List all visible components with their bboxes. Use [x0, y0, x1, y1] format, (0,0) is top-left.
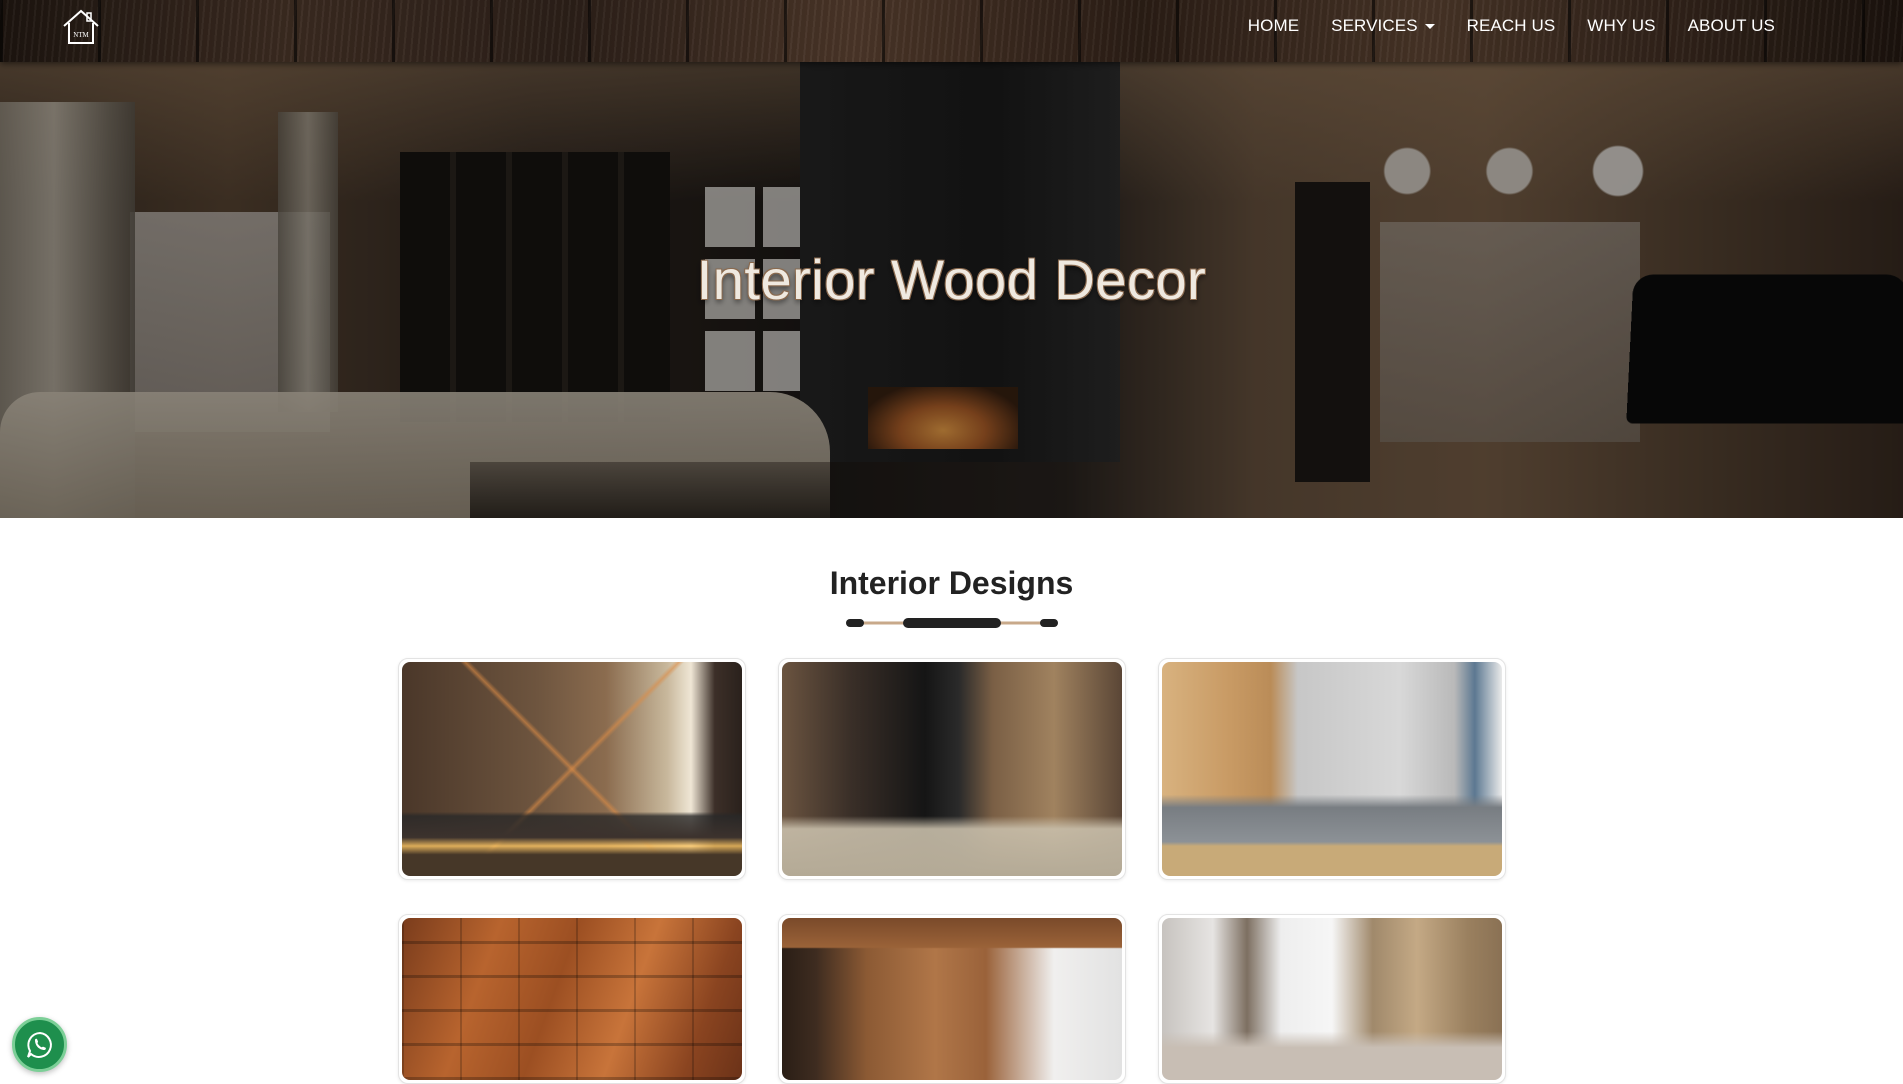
section-title-bold: Interior [829, 565, 940, 601]
hero-title: Interior Wood Decor [696, 248, 1207, 311]
nav-services-dropdown[interactable]: SERVICES [1315, 16, 1450, 36]
main-nav: HOME SERVICES REACH US WHY US ABOUT US [1232, 0, 1791, 52]
living-room-stone-wall-image [1162, 918, 1502, 1080]
gallery-card[interactable] [1158, 914, 1506, 1084]
logo-text: NTM [73, 31, 89, 39]
nav-why-us-label: WHY US [1587, 16, 1656, 35]
living-room-wood-panel-image [1162, 662, 1502, 876]
nav-reach-us-link[interactable]: REACH US [1451, 16, 1572, 36]
living-room-fireplace-image [782, 662, 1122, 876]
gallery-card[interactable] [778, 658, 1126, 880]
home-logo-icon[interactable]: NTM [60, 6, 102, 48]
nav-about-us-link[interactable]: ABOUT US [1672, 16, 1791, 36]
navbar: NTM HOME SERVICES REACH US WHY US ABOUT … [0, 0, 1903, 62]
nav-about-us-label: ABOUT US [1687, 16, 1775, 35]
caret-down-icon [1424, 23, 1435, 29]
whatsapp-button[interactable] [12, 1017, 67, 1072]
section-title: Interior Designs [0, 565, 1903, 602]
nav-home-link[interactable]: HOME [1232, 16, 1315, 36]
gallery-card[interactable] [1158, 658, 1506, 880]
whatsapp-icon [26, 1031, 52, 1058]
nav-reach-us-label: REACH US [1466, 16, 1556, 35]
gallery-card[interactable] [778, 914, 1126, 1084]
gallery-card[interactable] [398, 658, 746, 880]
nav-why-us-link[interactable]: WHY US [1571, 16, 1671, 36]
section-divider [845, 616, 1059, 628]
nav-home-label: HOME [1247, 16, 1300, 35]
hero-banner: Interior Wood Decor [0, 62, 1903, 518]
bedroom-wood-wall-image [402, 662, 742, 876]
tv-wall-wood-image [782, 918, 1122, 1080]
gallery-card[interactable] [398, 914, 746, 1084]
nav-services-label: SERVICES [1331, 16, 1418, 35]
section-title-rest: Designs [948, 565, 1074, 601]
wood-block-wall-image [402, 918, 742, 1080]
